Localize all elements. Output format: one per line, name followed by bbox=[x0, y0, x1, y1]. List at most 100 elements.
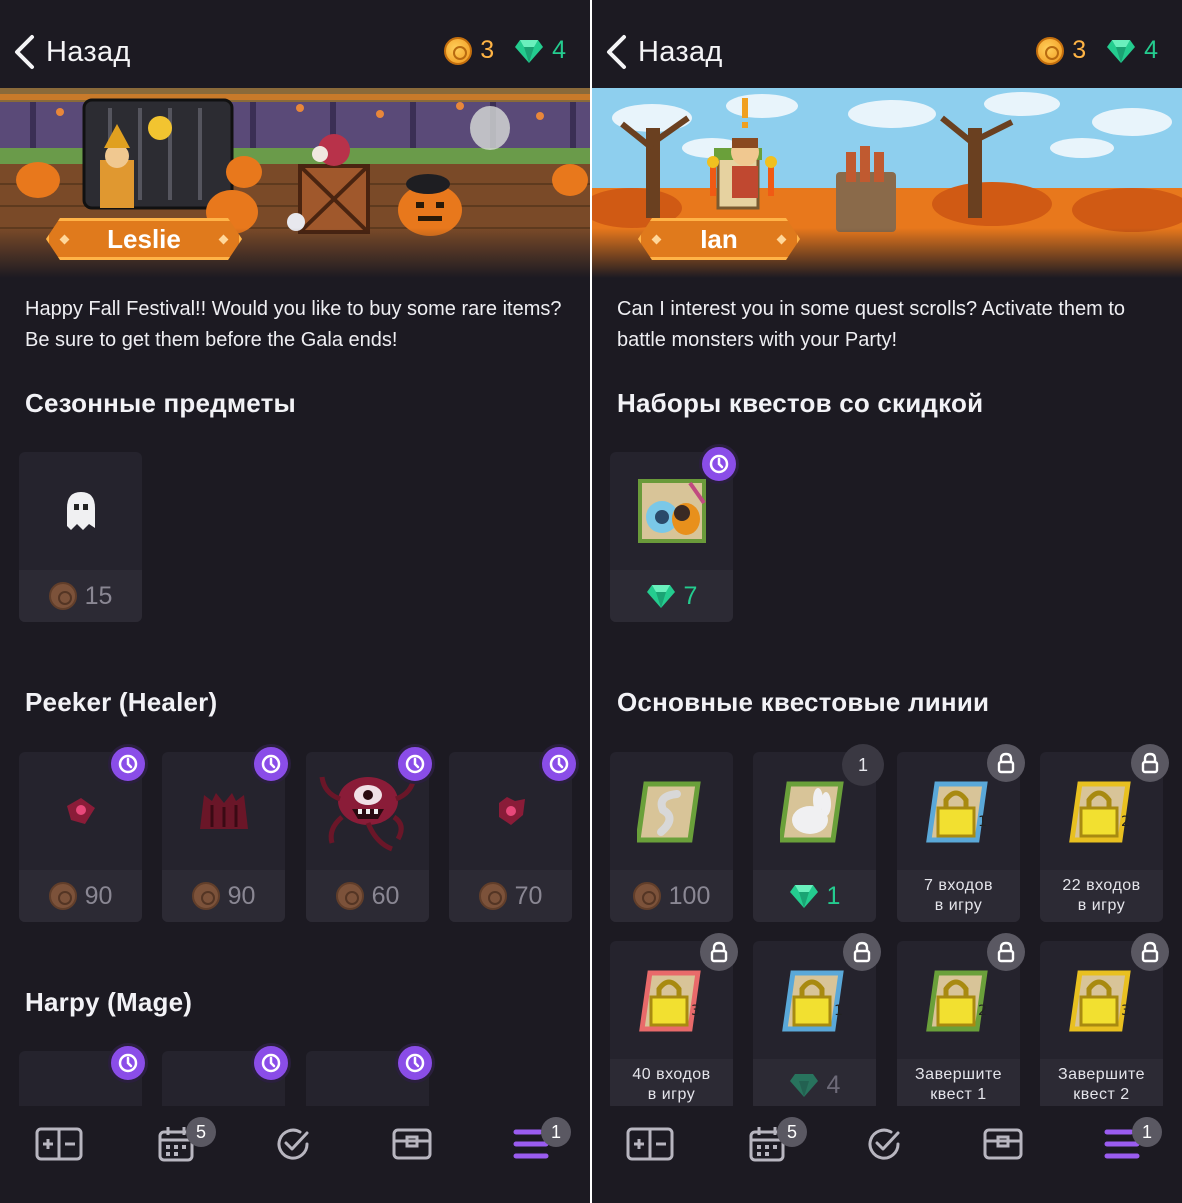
shop-screen-leslie: Назад 3 4 Leslie Happy Fall Festival!! W… bbox=[0, 0, 590, 1203]
ghost-icon bbox=[66, 492, 95, 530]
quest-scroll-locked-icon: 2 bbox=[925, 970, 988, 1032]
item-price: 4 bbox=[753, 1059, 876, 1111]
clock-icon bbox=[699, 444, 739, 484]
dailies-count-badge: 5 bbox=[186, 1117, 216, 1147]
shop-item-card[interactable]: 15 bbox=[19, 452, 142, 622]
requirement-line-1: Завершите bbox=[915, 1066, 1002, 1083]
clock-icon bbox=[395, 1043, 435, 1083]
price-value: 15 bbox=[84, 581, 113, 610]
gold-amount: 3 bbox=[1072, 36, 1087, 64]
padlock-icon bbox=[700, 933, 738, 971]
svg-text:2: 2 bbox=[978, 1003, 987, 1019]
quest-card[interactable]: 100 bbox=[610, 752, 733, 922]
quest-scroll-locked-icon: 1 bbox=[925, 781, 988, 843]
price-value: 60 bbox=[371, 881, 400, 910]
gold-coin-icon bbox=[48, 882, 77, 910]
clock-icon bbox=[395, 744, 435, 784]
item-price: 60 bbox=[306, 870, 429, 922]
clock-icon bbox=[108, 744, 148, 784]
item-image bbox=[19, 452, 142, 570]
item-price: 90 bbox=[19, 870, 142, 922]
tab-todos[interactable] bbox=[265, 1122, 321, 1166]
npc-intro-text: Can I interest you in some quest scrolls… bbox=[617, 298, 1126, 351]
nameplate-dot bbox=[777, 235, 787, 245]
gold-coin-icon bbox=[48, 582, 77, 610]
padlock-icon bbox=[987, 933, 1025, 971]
peeker-shield-icon bbox=[498, 797, 525, 825]
requirement-line-1: 40 входов bbox=[632, 1066, 711, 1083]
item-price: 7 bbox=[610, 570, 733, 622]
gem-icon bbox=[789, 1074, 818, 1097]
svg-text:2: 2 bbox=[1121, 814, 1130, 830]
gold-coin-icon bbox=[478, 882, 507, 910]
gem-icon bbox=[646, 585, 675, 608]
gold-amount: 3 bbox=[480, 36, 495, 64]
unlock-requirement: Завершите квест 1 bbox=[897, 1059, 1020, 1111]
back-button[interactable]: Назад bbox=[12, 30, 131, 74]
tab-todos[interactable] bbox=[856, 1122, 912, 1166]
gem-icon bbox=[515, 39, 544, 63]
habits-icon bbox=[626, 1127, 674, 1161]
tab-habits[interactable] bbox=[31, 1122, 87, 1166]
svg-text:3: 3 bbox=[1121, 1003, 1130, 1019]
item-image bbox=[610, 752, 733, 870]
requirement-line-2: в игру bbox=[647, 1086, 696, 1103]
gold-coin-icon bbox=[632, 882, 661, 910]
padlock-icon bbox=[987, 744, 1025, 782]
section-title-seasonal: Сезонные предметы bbox=[25, 388, 296, 418]
npc-banner: Leslie bbox=[0, 88, 590, 278]
screenshot: Назад 3 4 Leslie Happy Fall Festival!! W… bbox=[0, 0, 1182, 1203]
clock-icon bbox=[108, 1043, 148, 1083]
clock-icon bbox=[539, 744, 579, 784]
treasure-chest-icon bbox=[983, 1128, 1023, 1160]
back-label: Назад bbox=[638, 35, 723, 68]
back-button[interactable]: Назад bbox=[604, 30, 723, 74]
npc-nameplate: Leslie bbox=[46, 218, 242, 260]
price-value: 100 bbox=[668, 881, 711, 910]
price-value: 90 bbox=[84, 881, 113, 910]
unlock-requirement: 40 входов в игру bbox=[610, 1059, 733, 1111]
peeker-armor-icon bbox=[199, 793, 248, 829]
item-price: 70 bbox=[449, 870, 572, 922]
top-bar: Назад 3 4 bbox=[0, 0, 590, 88]
item-price: 15 bbox=[19, 570, 142, 622]
requirement-line-2: в игру bbox=[1077, 897, 1126, 914]
item-price: 1 bbox=[753, 870, 876, 922]
requirement-line-2: квест 1 bbox=[930, 1086, 987, 1103]
item-price: 100 bbox=[610, 870, 733, 922]
menu-notification-badge: 1 bbox=[1132, 1117, 1162, 1147]
quest-bundle-icon bbox=[637, 479, 706, 543]
tab-rewards[interactable] bbox=[384, 1122, 440, 1166]
quest-scroll-locked-icon: 3 bbox=[638, 970, 701, 1032]
dailies-count-badge: 5 bbox=[777, 1117, 807, 1147]
gem-amount: 4 bbox=[552, 36, 566, 64]
requirement-line-1: 22 входов bbox=[1062, 877, 1141, 894]
quest-scroll-locked-icon: 1 bbox=[781, 970, 844, 1032]
check-circle-icon bbox=[868, 1128, 900, 1160]
price-value: 70 bbox=[514, 881, 543, 910]
currency-display: 3 4 bbox=[1036, 36, 1158, 65]
svg-text:1: 1 bbox=[834, 1003, 843, 1019]
tab-habits[interactable] bbox=[622, 1122, 678, 1166]
check-circle-icon bbox=[277, 1128, 309, 1160]
owned-count-badge: 1 bbox=[842, 744, 884, 786]
gold-coin-icon bbox=[191, 882, 220, 910]
treasure-chest-icon bbox=[392, 1128, 432, 1160]
nameplate-dot bbox=[652, 235, 662, 245]
unlock-requirement: 7 входов в игру bbox=[897, 870, 1020, 922]
chevron-left-icon bbox=[15, 35, 34, 69]
gold-coin-icon bbox=[335, 882, 364, 910]
svg-text:3: 3 bbox=[691, 1003, 700, 1019]
requirement-line-2: квест 2 bbox=[1073, 1086, 1130, 1103]
price-value: 7 bbox=[683, 581, 698, 610]
gold-coin-icon bbox=[444, 36, 473, 65]
npc-intro-text: Happy Fall Festival!! Would you like to … bbox=[25, 298, 562, 351]
requirement-line-1: 7 входов bbox=[924, 877, 993, 894]
gold-coin-icon bbox=[1036, 36, 1065, 65]
shop-screen-ian: Назад 3 4 Ian Can I interest you in some… bbox=[592, 0, 1182, 1203]
habits-icon bbox=[35, 1127, 83, 1161]
padlock-icon bbox=[1131, 933, 1169, 971]
price-value: 1 bbox=[826, 881, 841, 910]
tab-rewards[interactable] bbox=[975, 1122, 1031, 1166]
npc-nameplate: Ian bbox=[638, 218, 800, 260]
